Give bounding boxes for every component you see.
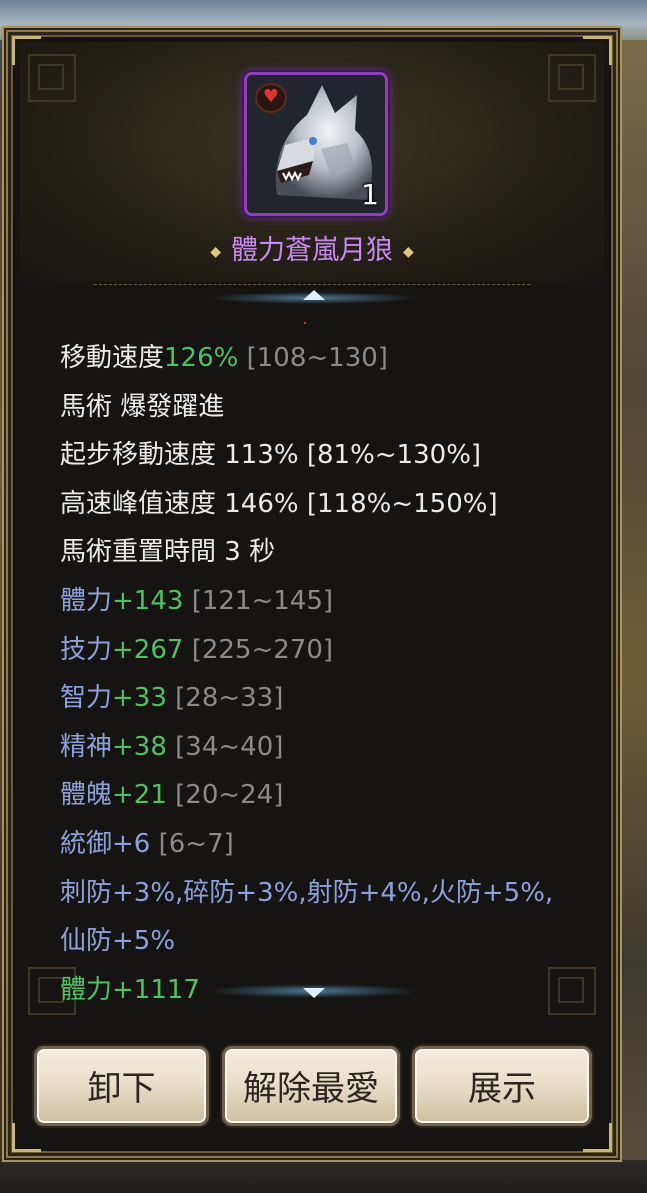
- attr-range: [28~33]: [175, 683, 284, 714]
- attr-label: 智力: [60, 683, 113, 714]
- stat-attr: 統御+6 [6~7]: [60, 820, 580, 869]
- stat-range: [108~130]: [246, 343, 388, 373]
- stat-value: 126%: [164, 343, 239, 373]
- attr-range: [6~7]: [158, 828, 234, 859]
- item-title: 體力蒼嵐月狼: [231, 235, 393, 266]
- scroll-down-icon[interactable]: [303, 988, 325, 998]
- marker: [304, 322, 306, 324]
- stat-attr: 智力+33 [28~33]: [60, 674, 580, 723]
- background-ground: [0, 1160, 647, 1193]
- stat-skill: 馬術 爆發躍進: [60, 391, 225, 422]
- corner-ornament: [12, 36, 41, 65]
- attr-label: 精神: [60, 731, 113, 762]
- unfavorite-button[interactable]: 解除最愛: [222, 1046, 400, 1126]
- stat-start-speed: 起步移動速度 113% [81%~130%]: [60, 440, 482, 471]
- stat-label: 移動速度: [60, 343, 165, 373]
- attr-value: +21: [112, 780, 167, 811]
- attr-label: 技力: [60, 634, 113, 665]
- stat-move-speed: 移動速度126% [108~130]: [60, 334, 580, 383]
- corner-ornament: [583, 1123, 612, 1152]
- item-tooltip-panel: ♥ 1 ◆ 體力蒼嵐月狼 ◆ 移動速度126% [108~130] 馬術 爆發躍進 …: [6, 30, 618, 1158]
- attr-label: 統御: [60, 828, 113, 859]
- stat-resistances: 刺防+3%,碎防+3%,射防+4%,火防+5%,仙防+5%: [60, 877, 554, 957]
- attr-value: +6: [112, 828, 151, 859]
- diamond-icon: ◆: [403, 243, 414, 260]
- stat-attr: 體魄+21 [20~24]: [60, 771, 580, 820]
- attr-value: +38: [112, 731, 167, 762]
- item-portrait[interactable]: ♥ 1: [244, 72, 388, 216]
- item-count: 1: [361, 178, 379, 211]
- attr-range: [121~145]: [191, 585, 334, 616]
- background-scenery: [620, 40, 647, 1193]
- show-button[interactable]: 展示: [412, 1046, 592, 1126]
- unequip-button[interactable]: 卸下: [34, 1046, 209, 1126]
- attr-range: [225~270]: [191, 634, 334, 665]
- attr-value: +267: [112, 634, 184, 665]
- attr-range: [20~24]: [175, 780, 284, 811]
- stat-attr: 體力+143 [121~145]: [60, 577, 580, 626]
- attr-value: +33: [112, 683, 167, 714]
- attr-range: [34~40]: [175, 731, 284, 762]
- attr-label: 體力: [60, 585, 113, 616]
- stat-attr: 技力+267 [225~270]: [60, 626, 580, 675]
- attr-label: 體魄: [60, 780, 113, 811]
- stat-peak-speed: 高速峰值速度 146% [118%~150%]: [60, 488, 498, 519]
- diamond-icon: ◆: [210, 243, 221, 260]
- divider: [94, 284, 530, 285]
- stat-attr: 精神+38 [34~40]: [60, 723, 580, 772]
- heart-icon[interactable]: ♥: [255, 83, 287, 113]
- stats-list: 移動速度126% [108~130] 馬術 爆發躍進 起步移動速度 113% […: [60, 334, 580, 1014]
- item-title-row: ◆ 體力蒼嵐月狼 ◆: [8, 228, 616, 267]
- attr-value: +143: [112, 585, 184, 616]
- corner-ornament: [12, 1123, 41, 1152]
- scroll-up-icon[interactable]: [303, 290, 325, 300]
- corner-ornament: [583, 36, 612, 65]
- stat-reset-time: 馬術重置時間 3 秒: [60, 537, 276, 568]
